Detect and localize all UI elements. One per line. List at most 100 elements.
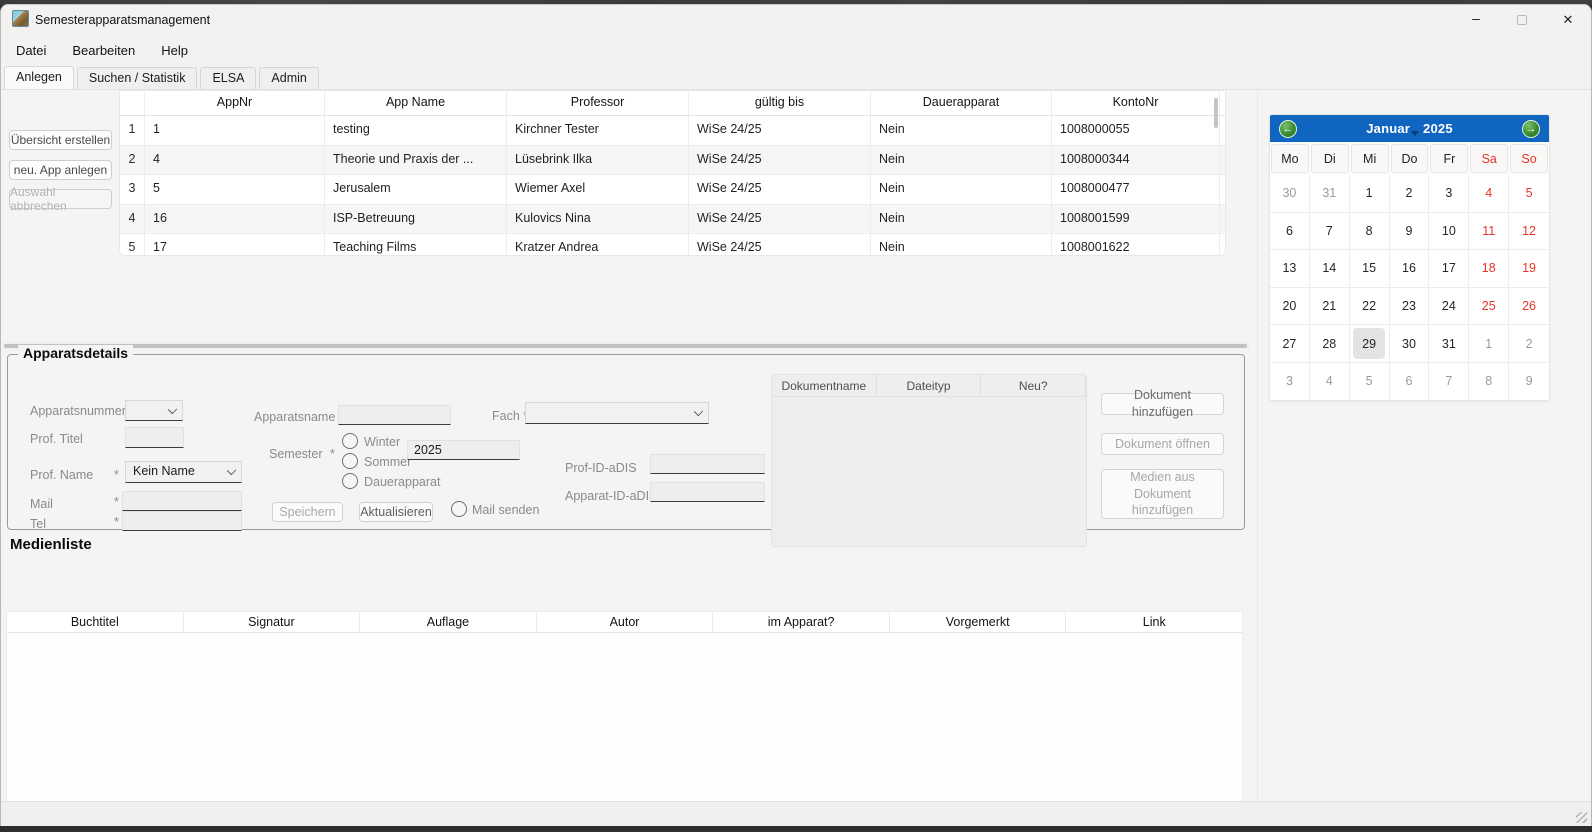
media-column-header[interactable]: Autor xyxy=(537,612,714,632)
calendar-day-28[interactable]: 28 xyxy=(1310,325,1350,363)
media-column-header[interactable]: Auflage xyxy=(360,612,537,632)
apparatsnummer-combo[interactable] xyxy=(125,400,183,421)
calendar-day-4[interactable]: 4 xyxy=(1469,175,1509,213)
calendar-day-16[interactable]: 16 xyxy=(1390,250,1430,288)
menu-help[interactable]: Help xyxy=(161,43,188,58)
calendar-day-6[interactable]: 6 xyxy=(1270,213,1310,251)
calendar-day-9[interactable]: 9 xyxy=(1390,213,1430,251)
column-header[interactable]: AppNr xyxy=(145,91,325,115)
doc-column-header[interactable]: Dokumentname xyxy=(772,375,877,397)
apparat-id-input[interactable] xyxy=(650,482,765,502)
calendar-day-23[interactable]: 23 xyxy=(1390,288,1430,326)
sidebar-button-1[interactable]: Übersicht erstellen xyxy=(9,130,112,150)
calendar-day-22[interactable]: 22 xyxy=(1350,288,1390,326)
calendar-day-3[interactable]: 3 xyxy=(1429,175,1469,213)
table-row[interactable]: 416ISP-BetreuungKulovics NinaWiSe 24/25N… xyxy=(120,205,1225,235)
doc-column-header[interactable]: Neu? xyxy=(981,375,1086,397)
calendar-day-17[interactable]: 17 xyxy=(1429,250,1469,288)
calendar-day-18[interactable]: 18 xyxy=(1469,250,1509,288)
calendar-day-9[interactable]: 9 xyxy=(1509,363,1549,401)
calendar-day-1[interactable]: 1 xyxy=(1469,325,1509,363)
resize-grip-icon[interactable] xyxy=(1576,812,1587,823)
media-column-header[interactable]: Vorgemerkt xyxy=(890,612,1067,632)
calendar-day-31[interactable]: 31 xyxy=(1429,325,1469,363)
mail-senden-checkbox[interactable] xyxy=(451,501,467,517)
calendar-day-27[interactable]: 27 xyxy=(1270,325,1310,363)
tab-anlegen[interactable]: Anlegen xyxy=(4,66,74,90)
doc-button-3[interactable]: Medien aus Dokument hinzufügen xyxy=(1101,469,1224,519)
maximize-button[interactable] xyxy=(1499,5,1545,35)
semester-radio-dauerapparat[interactable] xyxy=(342,473,358,489)
tab-admin[interactable]: Admin xyxy=(259,67,318,90)
calendar-next-button[interactable]: → xyxy=(1522,120,1540,138)
table-row[interactable]: 517Teaching FilmsKratzer AndreaWiSe 24/2… xyxy=(120,234,1225,256)
tab-elsa[interactable]: ELSA xyxy=(200,67,256,90)
calendar-day-29[interactable]: 29 xyxy=(1350,325,1390,363)
tel-input[interactable] xyxy=(122,511,242,531)
apparatsname-input[interactable] xyxy=(338,405,451,425)
media-column-header[interactable]: Link xyxy=(1066,612,1242,632)
calendar-title[interactable]: Januar 2025 xyxy=(1366,121,1453,136)
doc-button-1[interactable]: Dokument hinzufügen xyxy=(1101,393,1224,415)
calendar-day-2[interactable]: 2 xyxy=(1509,325,1549,363)
menu-bearbeiten[interactable]: Bearbeiten xyxy=(72,43,135,58)
table-vertical-scrollbar[interactable] xyxy=(1214,98,1218,128)
prof-titel-input[interactable] xyxy=(125,427,184,448)
prof-id-input[interactable] xyxy=(650,454,765,474)
mail-input[interactable] xyxy=(122,491,242,511)
tab-suchen-statistik[interactable]: Suchen / Statistik xyxy=(77,67,198,90)
menu-datei[interactable]: Datei xyxy=(16,43,46,58)
aktualisieren-button[interactable]: Aktualisieren xyxy=(359,502,433,522)
calendar-day-11[interactable]: 11 xyxy=(1469,213,1509,251)
calendar-day-12[interactable]: 12 xyxy=(1509,213,1549,251)
calendar-day-6[interactable]: 6 xyxy=(1390,363,1430,401)
table-row[interactable]: 11testingKirchner TesterWiSe 24/25Nein10… xyxy=(120,116,1225,146)
calendar-day-7[interactable]: 7 xyxy=(1429,363,1469,401)
semester-radio-sommer[interactable] xyxy=(342,453,358,469)
calendar-day-14[interactable]: 14 xyxy=(1310,250,1350,288)
speichern-button[interactable]: Speichern xyxy=(272,502,343,522)
media-column-header[interactable]: Signatur xyxy=(184,612,361,632)
media-column-header[interactable]: im Apparat? xyxy=(713,612,890,632)
calendar-day-21[interactable]: 21 xyxy=(1310,288,1350,326)
calendar-day-31[interactable]: 31 xyxy=(1310,175,1350,213)
calendar-day-2[interactable]: 2 xyxy=(1390,175,1430,213)
calendar-day-10[interactable]: 10 xyxy=(1429,213,1469,251)
sidebar-button-3[interactable]: Auswahl abbrechen xyxy=(9,189,112,209)
calendar-day-26[interactable]: 26 xyxy=(1509,288,1549,326)
column-header[interactable]: KontoNr xyxy=(1052,91,1220,115)
calendar-day-25[interactable]: 25 xyxy=(1469,288,1509,326)
calendar-day-8[interactable]: 8 xyxy=(1469,363,1509,401)
column-header[interactable]: App Name xyxy=(325,91,507,115)
column-header[interactable]: gültig bis xyxy=(689,91,871,115)
calendar-day-13[interactable]: 13 xyxy=(1270,250,1310,288)
column-header[interactable]: Dauerapparat xyxy=(871,91,1052,115)
semester-radio-winter[interactable] xyxy=(342,433,358,449)
calendar-day-5[interactable]: 5 xyxy=(1350,363,1390,401)
calendar-day-5[interactable]: 5 xyxy=(1509,175,1549,213)
table-row[interactable]: 24Theorie und Praxis der ...Lüsebrink Il… xyxy=(120,146,1225,176)
doc-column-header[interactable]: Dateityp xyxy=(877,375,982,397)
calendar-day-30[interactable]: 30 xyxy=(1270,175,1310,213)
calendar-day-19[interactable]: 19 xyxy=(1509,250,1549,288)
calendar-day-15[interactable]: 15 xyxy=(1350,250,1390,288)
fach-combo[interactable] xyxy=(525,402,709,424)
calendar-day-30[interactable]: 30 xyxy=(1390,325,1430,363)
media-column-header[interactable]: Buchtitel xyxy=(7,612,184,632)
doc-button-2[interactable]: Dokument öffnen xyxy=(1101,433,1224,455)
close-button[interactable]: ✕ xyxy=(1545,5,1591,35)
calendar-day-1[interactable]: 1 xyxy=(1350,175,1390,213)
titlebar[interactable]: Semesterapparatsmanagement – ✕ xyxy=(1,5,1591,35)
calendar-day-8[interactable]: 8 xyxy=(1350,213,1390,251)
table-row[interactable]: 35JerusalemWiemer AxelWiSe 24/25Nein1008… xyxy=(120,175,1225,205)
semester-year-input[interactable]: 2025 xyxy=(407,440,520,460)
calendar-year[interactable]: 2025 xyxy=(1423,121,1453,136)
calendar-day-4[interactable]: 4 xyxy=(1310,363,1350,401)
column-header[interactable]: Professor xyxy=(507,91,689,115)
calendar-month[interactable]: Januar xyxy=(1366,121,1410,136)
calendar-day-20[interactable]: 20 xyxy=(1270,288,1310,326)
minimize-button[interactable]: – xyxy=(1453,5,1499,35)
prof-name-combo[interactable]: Kein Name xyxy=(125,461,242,483)
calendar-day-7[interactable]: 7 xyxy=(1310,213,1350,251)
calendar-day-24[interactable]: 24 xyxy=(1429,288,1469,326)
